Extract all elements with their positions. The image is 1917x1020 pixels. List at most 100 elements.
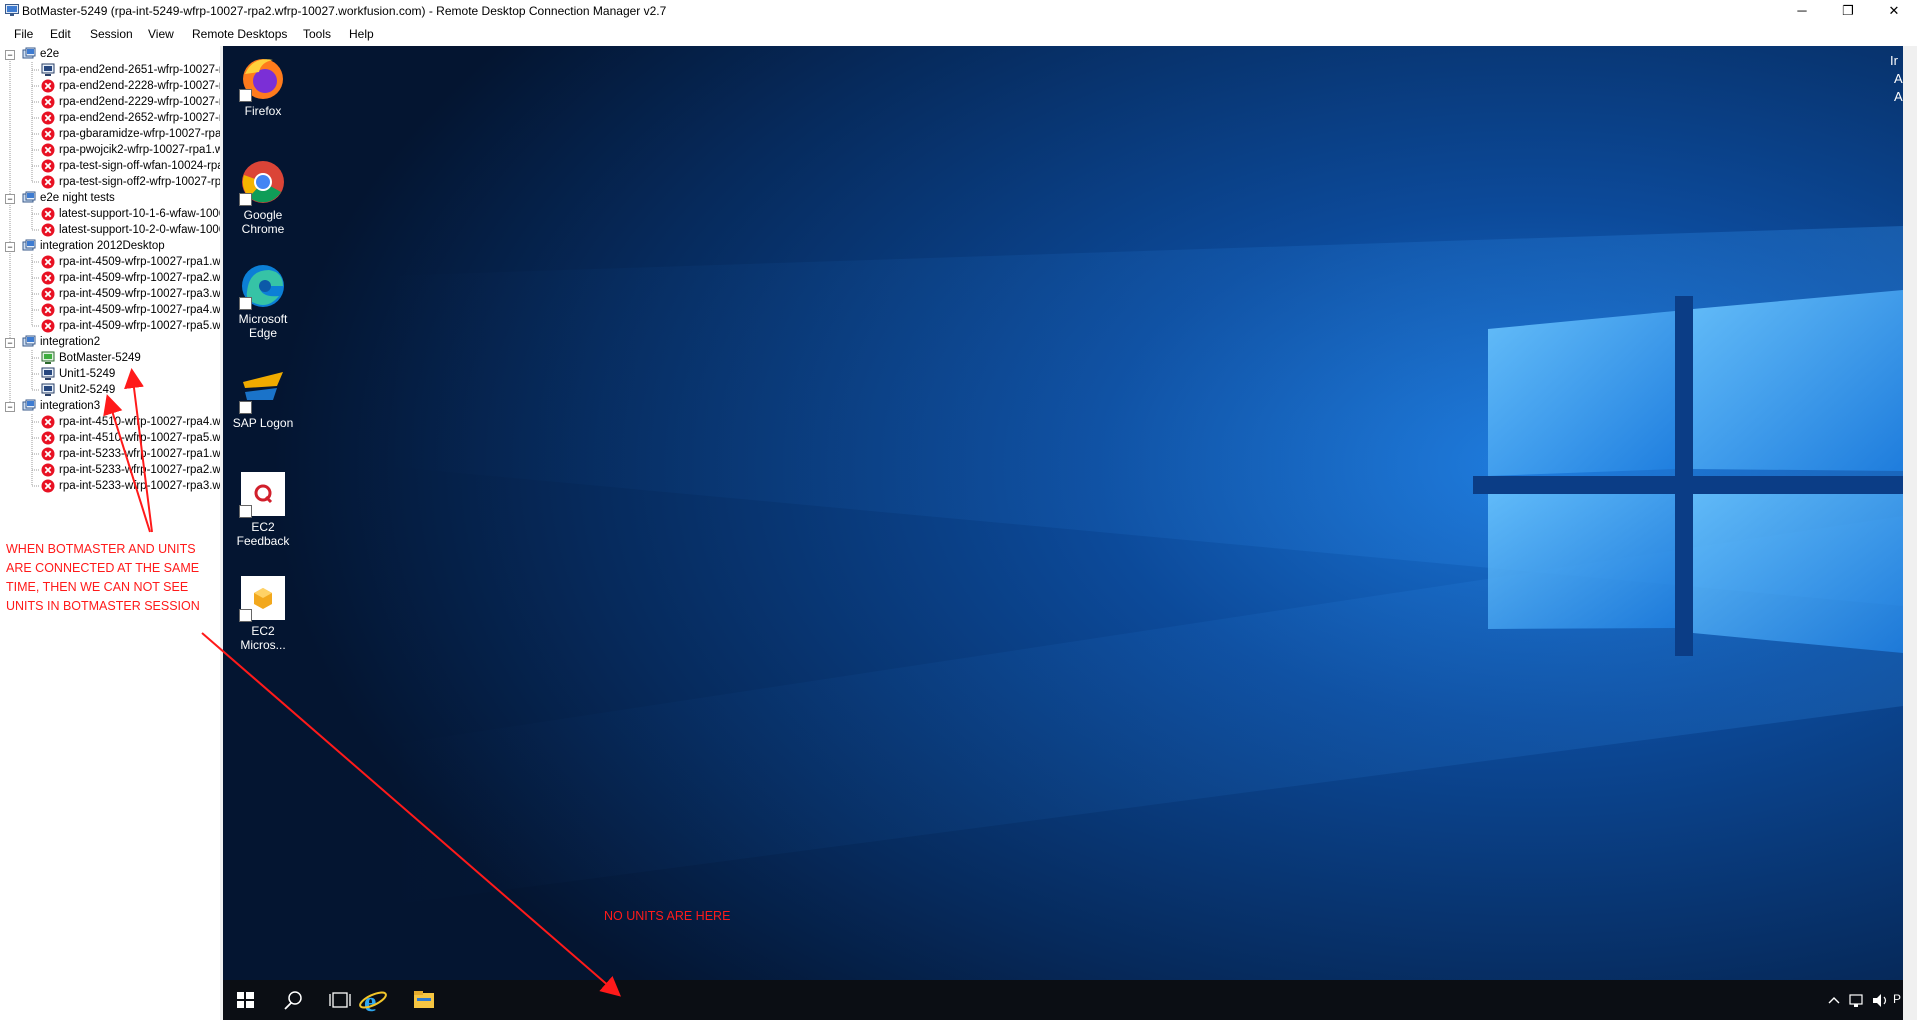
title-bar: BotMaster-5249 (rpa-int-5249-wfrp-10027-… [0, 0, 1917, 22]
edge-text-3: A [1894, 89, 1903, 104]
menu-edit[interactable]: Edit [50, 27, 71, 41]
error-x-icon [41, 287, 55, 301]
shortcut-arrow-icon [239, 193, 252, 206]
tree-server-label: rpa-int-4509-wfrp-10027-rpa2.wfrp [59, 272, 220, 284]
vertical-scrollbar[interactable] [1903, 46, 1917, 1020]
desktop-icon-label: EC2 [251, 624, 275, 638]
tray-edge-text: P [1893, 992, 1902, 1006]
remote-session-icon [41, 383, 55, 396]
rdcman-app-icon [5, 4, 19, 16]
server-group-icon [22, 399, 36, 411]
svg-text:e: e [364, 987, 376, 1018]
tree-expander-1[interactable]: − [5, 194, 15, 204]
start-icon[interactable] [237, 992, 254, 1008]
remote-desktop-view[interactable]: Ir A A Firefox Google Chrome Microsoft E… [223, 46, 1903, 1020]
tree-server-label: rpa-end2end-2651-wfrp-10027-rpa [59, 64, 220, 76]
error-x-icon [41, 111, 55, 125]
server-group-icon [22, 191, 36, 203]
tree-server-label: rpa-pwojcik2-wfrp-10027-rpa1.wfa [59, 144, 220, 156]
shortcut-arrow-icon [239, 89, 252, 102]
minimize-button[interactable]: ─ [1779, 0, 1825, 22]
tree-server-label: rpa-gbaramidze-wfrp-10027-rpa1.w [59, 128, 220, 140]
desktop-icon-label: SAP Logon [232, 416, 294, 430]
desktop-icon-label: Google [243, 208, 283, 222]
tree-server-label: BotMaster-5249 [59, 352, 141, 364]
tree-server-label: rpa-test-sign-off-wfan-10024-rpa1. [59, 160, 220, 172]
tree-server-label: rpa-int-5233-wfrp-10027-rpa3.wfrp [59, 480, 220, 492]
tree-server-label: rpa-end2end-2229-wfrp-10027-rpa [59, 96, 220, 108]
tree-server-label: rpa-test-sign-off2-wfrp-10027-rpa1 [59, 176, 220, 188]
network-icon[interactable] [1849, 994, 1863, 1007]
tree-server-label: rpa-int-4510-wfrp-10027-rpa5.wfrp [59, 432, 220, 444]
tree-server-label: rpa-end2end-2652-wfrp-10027-rpa [59, 112, 220, 124]
annotation-line: ARE CONNECTED AT THE SAME [6, 561, 200, 575]
tree-server-label: rpa-int-5233-wfrp-10027-rpa1.wfrp [59, 448, 220, 460]
shortcut-arrow-icon [239, 505, 252, 518]
tree-server-label: rpa-end2end-2228-wfrp-10027-rpa [59, 80, 220, 92]
error-x-icon [41, 447, 55, 461]
window-title: BotMaster-5249 (rpa-int-5249-wfrp-10027-… [22, 4, 667, 18]
error-x-icon [41, 415, 55, 429]
menu-view[interactable]: View [148, 27, 174, 41]
edge-text-2: A [1894, 71, 1903, 86]
desktop-icon-chrome[interactable]: Google Chrome [223, 158, 303, 236]
annotation-line: UNITS IN BOTMASTER SESSION [6, 599, 200, 613]
search-icon[interactable] [284, 991, 302, 1010]
annotation-line: TIME, THEN WE CAN NOT SEE [6, 580, 189, 594]
error-x-icon [41, 463, 55, 477]
desktop-icon-ec2-micros[interactable]: EC2 Micros... [223, 574, 303, 652]
error-x-icon [41, 175, 55, 189]
error-x-icon [41, 79, 55, 93]
file-explorer-icon[interactable] [414, 991, 434, 1008]
tree-expander-4[interactable]: − [5, 402, 15, 412]
shortcut-arrow-icon [239, 609, 252, 622]
tree-expander-0[interactable]: − [5, 50, 15, 60]
error-x-icon [41, 255, 55, 269]
windows-wallpaper [223, 46, 1903, 1020]
task-view-icon[interactable] [329, 992, 351, 1008]
menu-remote-desktops[interactable]: Remote Desktops [192, 27, 287, 41]
chevron-up-icon[interactable] [1828, 997, 1840, 1004]
volume-icon[interactable] [1873, 994, 1887, 1007]
menu-bar: File Edit Session View Remote Desktops T… [0, 22, 1917, 46]
tree-group-label: integration3 [40, 400, 101, 412]
error-x-icon [41, 431, 55, 445]
tree-group-label: e2e night tests [40, 192, 115, 204]
error-x-icon [41, 127, 55, 141]
remote-session-icon [41, 63, 55, 76]
tree-group-label: e2e [40, 48, 60, 60]
error-x-icon [41, 207, 55, 221]
annotation-note: WHEN BOTMASTER AND UNITS ARE CONNECTED A… [6, 540, 200, 616]
server-group-icon [22, 47, 36, 59]
menu-file[interactable]: File [14, 27, 33, 41]
edge-text-1: Ir [1890, 53, 1898, 68]
tree-group-label: integration2 [40, 336, 101, 348]
annotation-line: WHEN BOTMASTER AND UNITS [6, 542, 196, 556]
menu-tools[interactable]: Tools [303, 27, 331, 41]
windows-taskbar: e P [223, 980, 1903, 1020]
desktop-icon-label: EC2 [251, 520, 275, 534]
maximize-button[interactable]: ❐ [1825, 0, 1871, 22]
desktop-icon-edge[interactable]: Microsoft Edge [223, 262, 303, 340]
tree-expander-3[interactable]: − [5, 338, 15, 348]
desktop-icon-ec2-feedback[interactable]: EC2 Feedback [223, 470, 303, 548]
tree-server-label: rpa-int-4509-wfrp-10027-rpa4.wfrp [59, 304, 220, 316]
tree-server-label: Unit2-5249 [59, 384, 116, 396]
desktop-icon-firefox[interactable]: Firefox [223, 54, 303, 118]
desktop-icon-sap-logon[interactable]: SAP Logon [223, 366, 303, 430]
tree-server-label: rpa-int-5233-wfrp-10027-rpa2.wfrp [59, 464, 220, 476]
desktop-icon-label: Microsoft [238, 312, 288, 326]
tree-server-label: rpa-int-4509-wfrp-10027-rpa1.wfrp [59, 256, 220, 268]
desktop-icon-label: Edge [248, 326, 278, 340]
desktop-icon-label: Micros... [240, 638, 286, 652]
tree-expander-2[interactable]: − [5, 242, 15, 252]
menu-session[interactable]: Session [90, 27, 133, 41]
tree-server-label: rpa-int-4509-wfrp-10027-rpa5.wfrp [59, 320, 220, 332]
internet-explorer-icon[interactable]: e [358, 987, 388, 1018]
error-x-icon [41, 95, 55, 109]
menu-help[interactable]: Help [349, 27, 374, 41]
server-group-icon [22, 239, 36, 251]
server-tree[interactable]: − e2e rpa-end2end-2651-wfrp-10027-rpa rpa-e… [0, 46, 220, 1020]
close-button[interactable]: ✕ [1871, 0, 1917, 22]
error-x-icon [41, 159, 55, 173]
